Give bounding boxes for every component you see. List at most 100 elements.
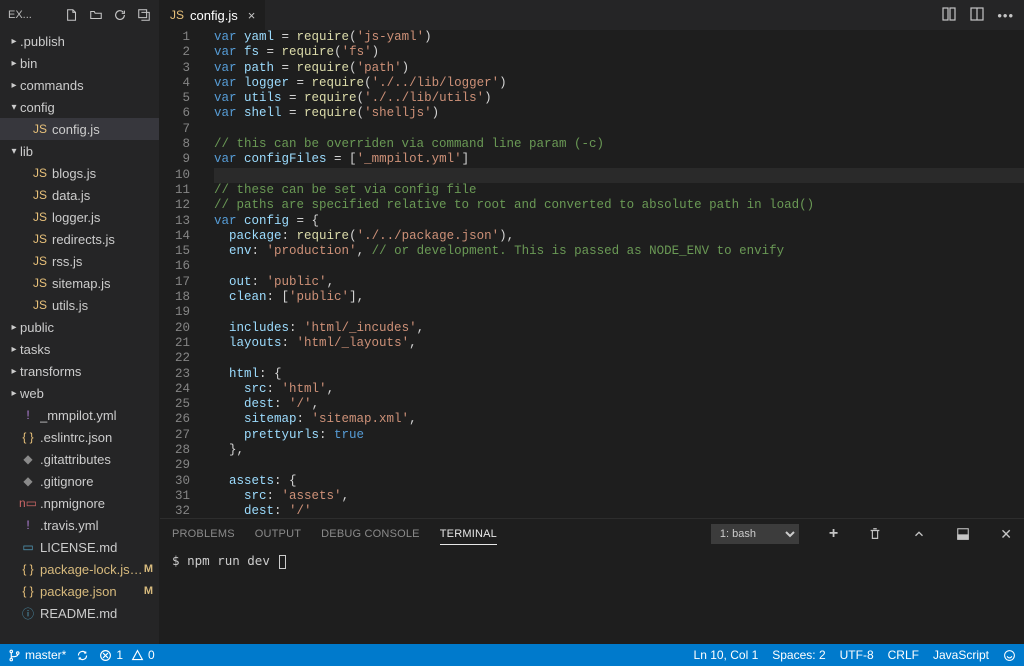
panel-tab-terminal[interactable]: TERMINAL xyxy=(440,524,497,545)
file-logger-js[interactable]: JSlogger.js xyxy=(0,206,159,228)
chevron-icon: ▸ xyxy=(8,388,20,399)
tree-label: sitemap.js xyxy=(52,276,159,291)
tree-label: rss.js xyxy=(52,254,159,269)
chevron-icon: ▸ xyxy=(8,322,20,333)
file-readme-md[interactable]: ⓘREADME.md xyxy=(0,602,159,624)
feedback-icon[interactable] xyxy=(1003,649,1016,662)
eol[interactable]: CRLF xyxy=(888,648,919,662)
file--npmignore[interactable]: n▭ .npmignore xyxy=(0,492,159,514)
terminal-cursor xyxy=(279,555,286,569)
folder-web[interactable]: ▸web xyxy=(0,382,159,404)
code-editor[interactable]: 1234567891011121314151617181920212223242… xyxy=(160,30,1024,518)
new-file-icon[interactable] xyxy=(65,8,79,22)
status-bar: master* 1 0 Ln 10, Col 1 Spaces: 2 UTF-8… xyxy=(0,644,1024,666)
code-content[interactable]: var yaml = require('js-yaml')var fs = re… xyxy=(204,30,1024,518)
terminal[interactable]: $ npm run dev xyxy=(160,549,1024,644)
yaml-icon: ! xyxy=(20,518,36,532)
file--mmpilot-yml[interactable]: !_mmpilot.yml xyxy=(0,404,159,426)
js-icon: JS xyxy=(170,8,184,22)
npm-icon: n▭ xyxy=(20,496,36,510)
folder-config[interactable]: ▾config xyxy=(0,96,159,118)
file-tree[interactable]: ▸.publish▸bin▸commands▾configJSconfig.js… xyxy=(0,30,159,644)
json-icon: { } xyxy=(20,584,36,598)
tree-label: logger.js xyxy=(52,210,159,225)
file-package-lock-json[interactable]: { }package-lock.jsonM xyxy=(0,558,159,580)
file-data-js[interactable]: JSdata.js xyxy=(0,184,159,206)
file-blogs-js[interactable]: JSblogs.js xyxy=(0,162,159,184)
kill-terminal-icon[interactable] xyxy=(868,527,882,541)
indentation[interactable]: Spaces: 2 xyxy=(772,648,825,662)
close-panel-icon[interactable]: ✕ xyxy=(1000,526,1012,543)
tree-label: commands xyxy=(20,78,159,93)
md-icon: ▭ xyxy=(20,540,36,554)
refresh-icon[interactable] xyxy=(113,8,127,22)
chevron-icon: ▸ xyxy=(8,80,20,91)
language-mode[interactable]: JavaScript xyxy=(933,648,989,662)
tree-label: .publish xyxy=(20,34,159,49)
compare-icon[interactable] xyxy=(941,6,957,25)
folder-lib[interactable]: ▾lib xyxy=(0,140,159,162)
explorer-title: EX... xyxy=(8,9,65,21)
folder-bin[interactable]: ▸bin xyxy=(0,52,159,74)
js-icon: JS xyxy=(32,232,48,246)
yaml-icon: ! xyxy=(20,408,36,422)
chevron-icon: ▾ xyxy=(8,146,20,157)
chevron-icon: ▾ xyxy=(8,102,20,113)
file--travis-yml[interactable]: ! .travis.yml xyxy=(0,514,159,536)
tab-config-js[interactable]: JS config.js × xyxy=(160,0,266,30)
file-utils-js[interactable]: JSutils.js xyxy=(0,294,159,316)
modified-badge: M xyxy=(144,563,153,575)
file--eslintrc-json[interactable]: { }.eslintrc.json xyxy=(0,426,159,448)
file-rss-js[interactable]: JS rss.js xyxy=(0,250,159,272)
tree-label: web xyxy=(20,386,159,401)
terminal-command: npm run dev xyxy=(187,553,270,568)
file-redirects-js[interactable]: JS redirects.js xyxy=(0,228,159,250)
panel-tab-problems[interactable]: PROBLEMS xyxy=(172,524,235,544)
folder-transforms[interactable]: ▸transforms xyxy=(0,360,159,382)
js-icon: JS xyxy=(32,122,48,136)
tree-label: .travis.yml xyxy=(40,518,159,533)
panel-tab-debug[interactable]: DEBUG CONSOLE xyxy=(321,524,420,544)
maximize-panel-icon[interactable] xyxy=(912,527,926,541)
folder-public[interactable]: ▸public xyxy=(0,316,159,338)
file-sitemap-js[interactable]: JSsitemap.js xyxy=(0,272,159,294)
tree-label: config.js xyxy=(52,122,159,137)
sync-icon[interactable] xyxy=(76,649,89,662)
json-icon: { } xyxy=(20,562,36,576)
problems-indicator[interactable]: 1 0 xyxy=(99,648,154,662)
cursor-position[interactable]: Ln 10, Col 1 xyxy=(694,648,759,662)
explorer-sidebar: EX... ▸.publish▸bin▸commands▾ xyxy=(0,0,160,644)
tree-label: .npmignore xyxy=(40,496,159,511)
line-gutter: 1234567891011121314151617181920212223242… xyxy=(160,30,204,518)
encoding[interactable]: UTF-8 xyxy=(840,648,874,662)
folder-commands[interactable]: ▸commands xyxy=(0,74,159,96)
move-panel-icon[interactable] xyxy=(956,527,970,541)
tree-label: bin xyxy=(20,56,159,71)
tree-label: redirects.js xyxy=(52,232,159,247)
tree-label: config xyxy=(20,100,159,115)
collapse-all-icon[interactable] xyxy=(137,8,151,22)
close-icon[interactable]: × xyxy=(248,8,256,23)
tree-label: data.js xyxy=(52,188,159,203)
file-license-md[interactable]: ▭ LICENSE.md xyxy=(0,536,159,558)
panel-tab-output[interactable]: OUTPUT xyxy=(255,524,301,544)
file--gitignore[interactable]: ◆.gitignore xyxy=(0,470,159,492)
file-config-js[interactable]: JS config.js xyxy=(0,118,159,140)
chevron-icon: ▸ xyxy=(8,366,20,377)
split-editor-icon[interactable] xyxy=(969,6,985,25)
js-icon: JS xyxy=(32,298,48,312)
folder-tasks[interactable]: ▸tasks xyxy=(0,338,159,360)
file--gitattributes[interactable]: ◆.gitattributes xyxy=(0,448,159,470)
new-terminal-icon[interactable]: + xyxy=(829,525,838,543)
js-icon: JS xyxy=(32,254,48,268)
explorer-header: EX... xyxy=(0,0,159,30)
new-folder-icon[interactable] xyxy=(89,8,103,22)
editor-tabs: JS config.js × ••• xyxy=(160,0,1024,30)
terminal-select[interactable]: 1: bash xyxy=(711,524,799,544)
folder--publish[interactable]: ▸.publish xyxy=(0,30,159,52)
tree-label: LICENSE.md xyxy=(40,540,159,555)
tab-label: config.js xyxy=(190,8,238,23)
more-icon[interactable]: ••• xyxy=(997,8,1014,23)
file-package-json[interactable]: { }package.jsonM xyxy=(0,580,159,602)
git-branch[interactable]: master* xyxy=(8,648,66,662)
